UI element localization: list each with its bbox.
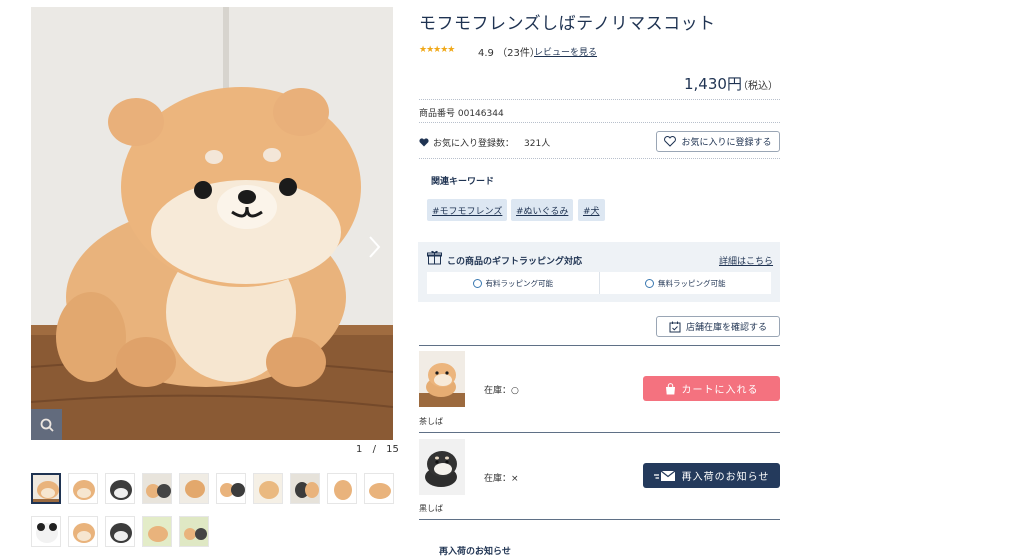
divider [419, 99, 780, 100]
divider [419, 158, 780, 159]
gallery-thumbnail[interactable] [31, 516, 61, 547]
review-link[interactable]: レビューを見る [534, 45, 597, 58]
gallery-thumbnail[interactable] [142, 473, 172, 504]
favorite-count: お気に入り登録数： 321人 [419, 136, 550, 149]
heart-filled-icon [419, 138, 429, 147]
gallery-thumbnail[interactable] [327, 473, 357, 504]
circle-icon [472, 278, 482, 288]
product-title: モフモフレンズしばテノリマスコット [419, 14, 716, 34]
magnifier-icon [40, 418, 54, 432]
variant-thumbnail-brown[interactable] [419, 351, 465, 407]
rating-stars-icon: ★★★★★ [419, 45, 455, 55]
gift-wrapping-title: この商品のギフトラッピング対応 [447, 257, 583, 267]
gallery-thumbnail[interactable] [105, 473, 135, 504]
gallery-thumbnail[interactable] [31, 473, 61, 504]
variant-stock: 在庫：○ [484, 386, 519, 396]
keyword-tag[interactable]: #ぬいぐるみ [511, 199, 574, 221]
rating-summary: 4.9 （23件） [478, 44, 540, 59]
variant-name: 茶しば [419, 417, 443, 426]
gallery-thumbnail[interactable] [253, 473, 283, 504]
gallery-thumbnail[interactable] [216, 473, 246, 504]
favorite-count-value: 321人 [524, 139, 551, 149]
gift-options: 有料ラッピング可能 無料ラッピング可能 [427, 272, 771, 294]
restock-section-heading: 再入荷のお知らせ [439, 547, 511, 557]
keywords-heading: 関連キーワード [431, 177, 495, 187]
check-store-stock-label: 店舗在庫を確認する [685, 323, 767, 333]
rating-value: 4.9 [478, 48, 494, 59]
divider [419, 432, 780, 433]
divider [419, 345, 780, 346]
counter-total: 15 [386, 444, 399, 455]
gift-option-label: 有料ラッピング可能 [485, 278, 554, 288]
gift-detail-link[interactable]: 詳細はこちら [719, 254, 773, 267]
tax-note: （税込） [738, 81, 778, 92]
gallery-thumbnail[interactable] [68, 473, 98, 504]
gallery-thumbnail[interactable] [290, 473, 320, 504]
favorite-count-label: お気に入り登録数： [433, 139, 515, 149]
zoom-button[interactable] [31, 409, 62, 440]
mail-icon [653, 470, 675, 481]
image-counter: 1 / 15 [356, 444, 399, 455]
gift-option-free: 無料ラッピング可能 [598, 272, 772, 294]
gallery-thumbnail[interactable] [179, 473, 209, 504]
gift-icon [427, 250, 442, 265]
keyword-tag[interactable]: #モフモフレンズ [427, 199, 508, 221]
circle-icon [645, 278, 654, 288]
price: 1,430円 [684, 75, 742, 93]
shopping-bag-icon [665, 382, 675, 394]
divider [419, 519, 780, 520]
calendar-check-icon [669, 321, 681, 332]
counter-separator: / [372, 444, 376, 455]
heart-outline-icon [664, 136, 677, 147]
restock-notify-label: 再入荷のお知らせ [681, 472, 770, 483]
restock-notify-button[interactable]: 再入荷のお知らせ [643, 463, 780, 488]
gallery-thumbnail[interactable] [142, 516, 172, 547]
gallery-thumbnail[interactable] [364, 473, 394, 504]
gallery-thumbnail[interactable] [179, 516, 209, 547]
variant-thumbnail-black[interactable] [419, 439, 465, 495]
divider [419, 122, 780, 123]
add-to-cart-button[interactable]: カートに入れる [643, 376, 780, 401]
counter-current: 1 [356, 444, 363, 455]
check-store-stock-button[interactable]: 店舗在庫を確認する [656, 316, 780, 337]
main-product-photo[interactable] [31, 7, 393, 440]
gallery-thumbnail[interactable] [105, 516, 135, 547]
add-to-favorites-label: お気に入りに登録する [681, 138, 772, 148]
chevron-right-icon [369, 236, 381, 258]
next-image-arrow[interactable] [366, 233, 384, 261]
add-to-favorites-button[interactable]: お気に入りに登録する [656, 131, 780, 152]
keyword-tag[interactable]: #犬 [578, 199, 605, 221]
add-to-cart-label: カートに入れる [681, 385, 759, 396]
variant-stock: 在庫：× [484, 474, 519, 484]
gift-option-paid: 有料ラッピング可能 [427, 272, 599, 294]
product-number: 商品番号 00146344 [419, 109, 504, 119]
gallery-thumbnail[interactable] [68, 516, 98, 547]
variant-name: 黒しば [419, 504, 443, 513]
gift-option-label: 無料ラッピング可能 [658, 278, 726, 288]
